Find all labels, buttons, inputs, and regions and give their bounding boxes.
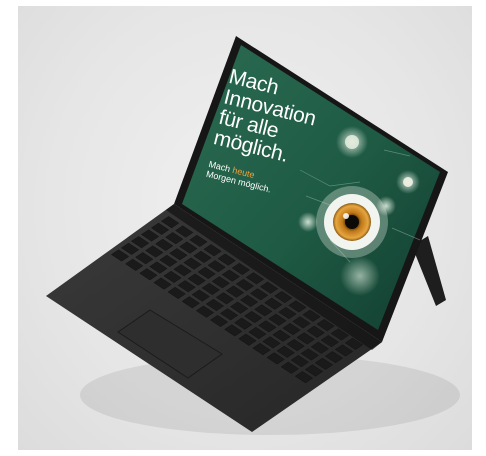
photo-stage: Mach Innovation für alle möglich. Mach h… bbox=[0, 0, 486, 456]
eye-graphic bbox=[316, 186, 388, 258]
light-bulb bbox=[298, 212, 318, 232]
light-bulb-core bbox=[403, 177, 413, 187]
light-bulb-core bbox=[345, 135, 359, 149]
light-bulb bbox=[340, 256, 380, 296]
tablet-illustration bbox=[46, 36, 460, 435]
